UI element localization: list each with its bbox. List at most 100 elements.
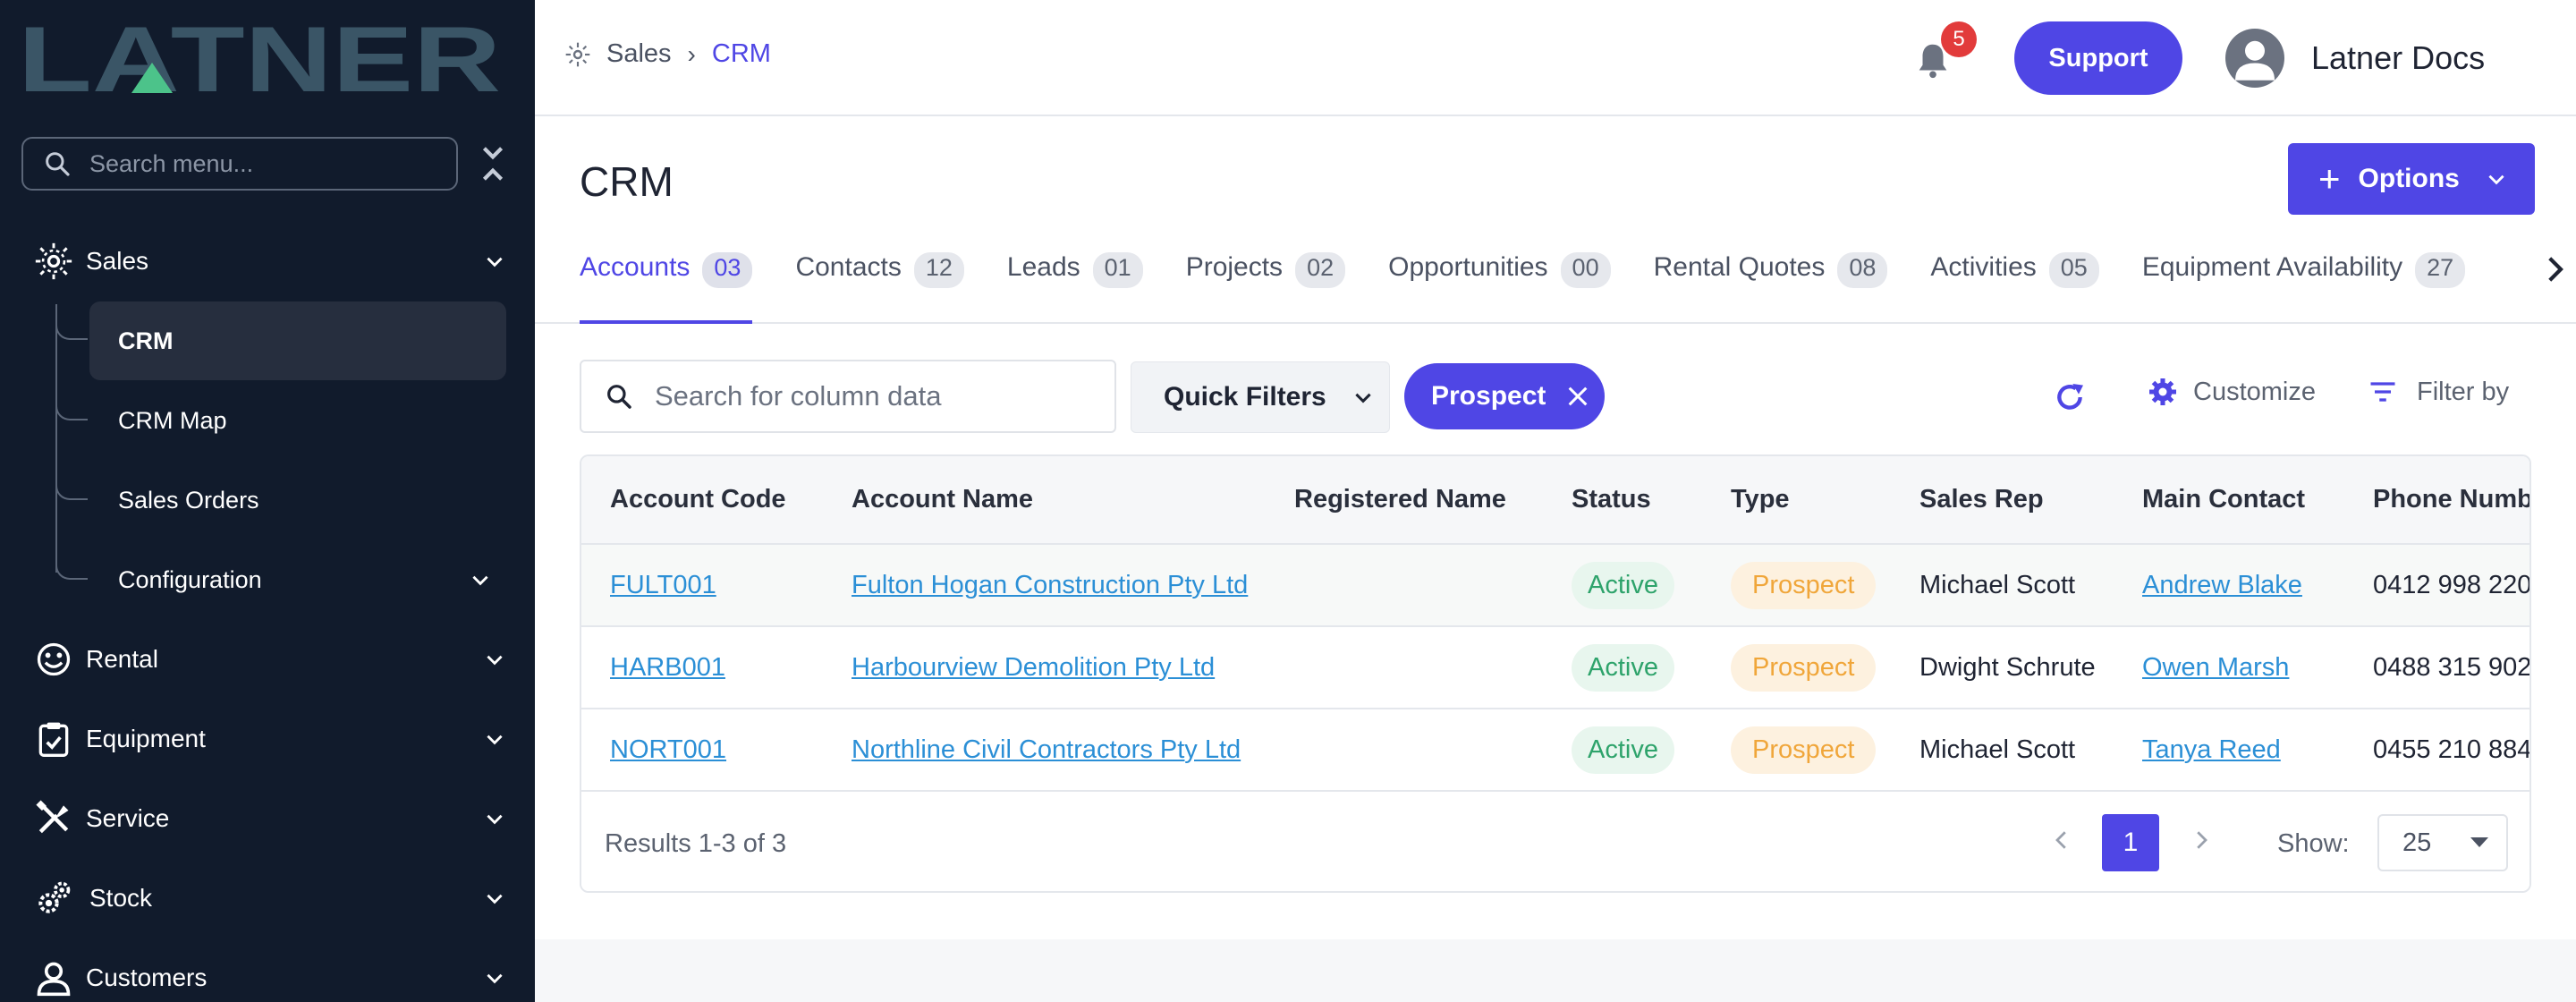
sidebar-item-rental[interactable]: Rental [0,628,535,691]
account-name-link[interactable]: Harbourview Demolition Pty Ltd [852,653,1215,682]
filter-by-button[interactable]: Filter by [2367,376,2509,408]
table-row[interactable]: FULT001 Fulton Hogan Construction Pty Lt… [581,544,2529,627]
cell-account-code: HARB001 [581,626,823,709]
cell-phone: 0455 210 884 [2344,709,2529,792]
sidebar-item-sales[interactable]: Sales [0,230,535,293]
main-contact-link[interactable]: Owen Marsh [2142,653,2289,682]
avatar[interactable] [2225,29,2284,88]
accounts-table-card: Account Code Account Name Registered Nam… [580,454,2531,893]
cell-sales-rep: Michael Scott [1891,709,2114,792]
top-bar: Sales › CRM 5 Support Latner Docs [535,0,2576,116]
column-header-status[interactable]: Status [1543,456,1702,545]
cell-registered-name [1266,626,1543,709]
account-code-link[interactable]: NORT001 [610,735,726,764]
tab-accounts[interactable]: Accounts 03 [580,247,753,324]
sidebar-subitem-label: CRM Map [118,406,227,434]
chevron-right-icon[interactable] [2188,827,2215,853]
tab-opportunities[interactable]: Opportunities 00 [1388,247,1611,324]
refresh-icon[interactable] [2052,379,2088,415]
tab-count: 12 [913,252,964,288]
main-contact-link[interactable]: Andrew Blake [2142,571,2302,599]
account-code-link[interactable]: HARB001 [610,653,725,682]
filter-icon [2370,382,2395,402]
column-header-type[interactable]: Type [1702,456,1891,545]
account-name-link[interactable]: Northline Civil Contractors Pty Ltd [852,735,1241,764]
page-button-current[interactable]: 1 [2102,814,2159,871]
sidebar-subitem-crm[interactable]: CRM [89,301,506,380]
account-code-link[interactable]: FULT001 [610,571,716,599]
tree-branch [55,313,88,340]
main-contact-link[interactable]: Tanya Reed [2142,735,2281,764]
breadcrumb-crm[interactable]: CRM [712,39,771,69]
cell-status: Active [1543,626,1702,709]
collapse-menu-icon[interactable] [479,143,507,184]
options-button[interactable]: + Options [2288,143,2535,215]
sidebar-subitem-sales-orders[interactable]: Sales Orders [89,461,506,539]
cell-status: Active [1543,544,1702,627]
sidebar-subitem-crm-map[interactable]: CRM Map [89,381,506,460]
sidebar-item-service[interactable]: Service [0,787,535,850]
tab-activities[interactable]: Activities 05 [1930,247,2099,324]
chevron-left-icon[interactable] [2048,827,2075,853]
chevron-down-icon [472,575,488,586]
sidebar-item-label: Sales [86,247,149,275]
quick-filters-button[interactable]: Quick Filters [1131,361,1390,433]
close-icon[interactable] [1565,384,1590,409]
column-header-main-contact[interactable]: Main Contact [2114,456,2344,545]
chevron-down-icon [487,257,503,267]
cell-main-contact: Owen Marsh [2114,626,2344,709]
cell-status: Active [1543,709,1702,792]
page-size-select[interactable]: 25 [2377,814,2508,871]
breadcrumb-separator-icon: › [687,39,696,68]
caret-down-icon [2470,837,2488,847]
tab-rental-quotes[interactable]: Rental Quotes 08 [1654,247,1888,324]
type-badge: Prospect [1731,643,1877,692]
chevron-down-icon [487,735,503,745]
tab-contacts[interactable]: Contacts 12 [795,247,964,324]
tab-projects[interactable]: Projects 02 [1186,247,1346,324]
table-row[interactable]: HARB001 Harbourview Demolition Pty Ltd A… [581,626,2529,709]
account-name-link[interactable]: Fulton Hogan Construction Pty Ltd [852,571,1248,599]
status-badge: Active [1572,561,1674,609]
column-header-registered-name[interactable]: Registered Name [1266,456,1543,545]
tab-count: 27 [2415,252,2466,288]
menu-search[interactable] [21,137,458,191]
sidebar-item-stock[interactable]: Stock [0,867,535,930]
column-header-account-name[interactable]: Account Name [823,456,1266,545]
cell-account-name: Northline Civil Contractors Pty Ltd [823,709,1266,792]
tab-leads[interactable]: Leads 01 [1007,247,1143,324]
tab-bar: Accounts 03 Contacts 12 Leads 01 Projects 02… [580,247,2508,324]
tab-label: Rental Quotes [1653,252,1826,282]
breadcrumb-sales[interactable]: Sales [606,39,672,69]
cell-registered-name [1266,709,1543,792]
cell-type: Prospect [1702,626,1891,709]
show-label: Show: [2277,828,2350,858]
user-name[interactable]: Latner Docs [2311,39,2485,77]
tree-branch [55,394,88,420]
tools-icon [36,800,69,834]
support-button[interactable]: Support [2014,21,2182,95]
rental-icon [37,642,71,676]
menu-search-input[interactable] [89,149,429,178]
chevron-down-icon [2488,174,2504,185]
sidebar-subitem-label: CRM [118,327,174,354]
column-header-account-code[interactable]: Account Code [581,456,823,545]
customize-button[interactable]: Customize [2147,376,2316,408]
active-filter-chip[interactable]: Prospect [1404,363,1605,429]
tab-equipment-availability[interactable]: Equipment Availability 27 [2142,247,2466,324]
column-header-sales-rep[interactable]: Sales Rep [1891,456,2114,545]
sidebar-item-customers[interactable]: Customers [0,947,535,1002]
accounts-table: Account Code Account Name Registered Nam… [581,456,2529,792]
table-row[interactable]: NORT001 Northline Civil Contractors Pty … [581,709,2529,792]
sidebar-item-equipment[interactable]: Equipment [0,708,535,770]
sidebar-subitem-configuration[interactable]: Configuration [89,540,506,619]
column-header-phone-number[interactable]: Phone Number [2344,456,2529,545]
table-section: Account Code Account Name Registered Nam… [535,451,2576,939]
chevron-right-icon[interactable] [2535,250,2574,288]
gears-icon [38,881,71,913]
latner-logo[interactable]: LATNER [18,18,501,98]
cell-phone: 0488 315 902 [2344,626,2529,709]
column-search[interactable] [580,360,1116,433]
type-badge: Prospect [1731,726,1877,774]
column-search-input[interactable] [655,380,1102,412]
